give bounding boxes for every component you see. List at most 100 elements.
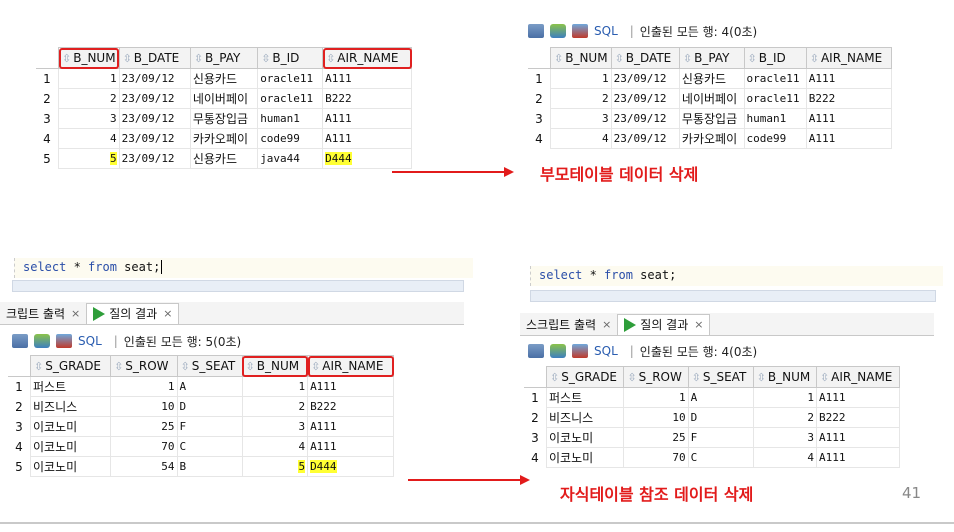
col-s-seat[interactable]: ⇳ S_SEAT	[176, 355, 243, 377]
cell-air-name[interactable]: A111	[307, 376, 394, 397]
sql-label[interactable]: SQL	[78, 334, 102, 348]
table-row[interactable]: 3 이코노미 25 F 3 A111	[8, 416, 394, 437]
cell-b-num[interactable]: 1	[241, 376, 309, 397]
col-air-name[interactable]: ⇳ AIR_NAME	[322, 47, 412, 69]
table-row[interactable]: 3 이코노미 25 F 3 A111	[524, 427, 901, 448]
cell-air-name[interactable]: B222	[307, 396, 394, 417]
cell-s-grade[interactable]: 이코노미	[29, 416, 112, 437]
table-row[interactable]: 3 3 23/09/12 무통장입금 human1 A111	[36, 108, 412, 129]
print-icon[interactable]	[528, 344, 544, 358]
sql-editor[interactable]: select * from seat;	[530, 266, 943, 286]
cell-b-date[interactable]: 23/09/12	[118, 148, 191, 169]
cell-b-num[interactable]: 3	[241, 416, 309, 437]
col-b-num[interactable]: ⇳ B_NUM	[58, 47, 120, 69]
table-row[interactable]: 5 이코노미 54 B 5 D444	[8, 456, 394, 477]
col-s-seat[interactable]: ⇳ S_SEAT	[687, 366, 754, 388]
cell-b-num[interactable]: 2	[752, 407, 817, 428]
cell-b-pay[interactable]: 네이버페이	[189, 88, 259, 109]
tab-query-result[interactable]: 질의 결과 ×	[617, 313, 711, 335]
table-row[interactable]: 1 퍼스트 1 A 1 A111	[8, 376, 394, 397]
cell-b-num[interactable]: 2	[550, 88, 612, 109]
tab-script-output[interactable]: 크립트 출력 ×	[0, 303, 86, 323]
col-air-name[interactable]: ⇳ AIR_NAME	[815, 366, 901, 388]
cell-b-id[interactable]: oracle11	[743, 88, 807, 109]
cell-air-name[interactable]: A111	[805, 68, 893, 89]
cell-s-row[interactable]: 54	[110, 456, 178, 477]
cell-b-num[interactable]: 1	[752, 387, 817, 408]
cell-b-date[interactable]: 23/09/12	[118, 88, 191, 109]
cell-s-seat[interactable]: C	[687, 447, 754, 468]
col-b-num[interactable]: ⇳ B_NUM	[752, 366, 817, 388]
cell-s-seat[interactable]: D	[176, 396, 243, 417]
cell-b-num[interactable]: 4	[241, 436, 309, 457]
cell-b-num[interactable]: 3	[550, 108, 612, 129]
cell-s-grade[interactable]: 퍼스트	[29, 376, 112, 397]
cell-b-pay[interactable]: 신용카드	[189, 148, 259, 169]
cell-b-id[interactable]: human1	[257, 108, 324, 129]
col-b-id[interactable]: ⇳ B_ID	[257, 47, 324, 69]
cell-s-grade[interactable]: 비즈니스	[545, 407, 625, 428]
cell-b-date[interactable]: 23/09/12	[118, 68, 191, 89]
cell-air-name[interactable]: B222	[322, 88, 412, 109]
cell-s-row[interactable]: 70	[623, 447, 689, 468]
col-b-id[interactable]: ⇳ B_ID	[743, 47, 807, 69]
cell-s-row[interactable]: 1	[110, 376, 178, 397]
table-row[interactable]: 4 4 23/09/12 카카오페이 code99 A111	[528, 128, 893, 149]
table-row[interactable]: 3 3 23/09/12 무통장입금 human1 A111	[528, 108, 893, 129]
cell-b-num[interactable]: 2	[241, 396, 309, 417]
cell-b-num[interactable]: 4	[58, 128, 120, 149]
fetch-icon[interactable]	[34, 334, 50, 348]
cell-air-name[interactable]: A111	[307, 416, 394, 437]
cell-b-num[interactable]: 5	[58, 148, 120, 169]
cell-air-name[interactable]: B222	[805, 88, 893, 109]
sql-editor[interactable]: select * from seat;	[14, 258, 473, 278]
cell-b-id[interactable]: code99	[743, 128, 807, 149]
cell-b-pay[interactable]: 카카오페이	[189, 128, 259, 149]
col-b-num[interactable]: ⇳ B_NUM	[241, 355, 309, 377]
cell-air-name[interactable]: A111	[815, 387, 901, 408]
cell-s-row[interactable]: 10	[110, 396, 178, 417]
cell-b-num[interactable]: 5	[241, 456, 309, 477]
table-row[interactable]: 1 퍼스트 1 A 1 A111	[524, 387, 901, 408]
table-row[interactable]: 1 1 23/09/12 신용카드 oracle11 A111	[36, 68, 412, 89]
cell-s-row[interactable]: 25	[110, 416, 178, 437]
col-b-date[interactable]: ⇳ B_DATE	[118, 47, 191, 69]
fetch-icon[interactable]	[550, 344, 566, 358]
fetch-icon[interactable]	[550, 24, 566, 38]
cell-b-id[interactable]: oracle11	[257, 88, 324, 109]
cell-b-num[interactable]: 3	[752, 427, 817, 448]
cell-air-name[interactable]: A111	[322, 68, 412, 89]
cell-b-num[interactable]: 4	[752, 447, 817, 468]
cell-b-id[interactable]: human1	[743, 108, 807, 129]
col-b-pay[interactable]: ⇳ B_PAY	[678, 47, 745, 69]
cell-air-name[interactable]: A111	[815, 427, 901, 448]
cell-b-pay[interactable]: 카카오페이	[678, 128, 745, 149]
cell-b-id[interactable]: oracle11	[743, 68, 807, 89]
cell-b-num[interactable]: 1	[58, 68, 120, 89]
cell-b-date[interactable]: 23/09/12	[610, 128, 680, 149]
cell-air-name[interactable]: A111	[307, 436, 394, 457]
table-row[interactable]: 4 이코노미 70 C 4 A111	[524, 447, 901, 468]
table-row[interactable]: 2 2 23/09/12 네이버페이 oracle11 B222	[36, 88, 412, 109]
cell-air-name[interactable]: A111	[805, 108, 893, 129]
sql-icon[interactable]	[572, 344, 588, 358]
col-b-date[interactable]: ⇳ B_DATE	[610, 47, 680, 69]
col-s-row[interactable]: ⇳ S_ROW	[623, 366, 689, 388]
horizontal-scrollbar[interactable]	[12, 280, 464, 292]
tab-query-result[interactable]: 질의 결과 ×	[86, 302, 180, 324]
cell-air-name[interactable]: A111	[815, 447, 901, 468]
print-icon[interactable]	[12, 334, 28, 348]
cell-s-row[interactable]: 70	[110, 436, 178, 457]
col-b-num[interactable]: ⇳ B_NUM	[550, 47, 612, 69]
cell-b-id[interactable]: code99	[257, 128, 324, 149]
cell-s-seat[interactable]: A	[176, 376, 243, 397]
col-s-grade[interactable]: ⇳ S_GRADE	[545, 366, 625, 388]
cell-s-row[interactable]: 10	[623, 407, 689, 428]
table-row[interactable]: 2 비즈니스 10 D 2 B222	[8, 396, 394, 417]
cell-b-pay[interactable]: 무통장입금	[678, 108, 745, 129]
close-icon[interactable]: ×	[71, 307, 80, 320]
sql-label[interactable]: SQL	[594, 24, 618, 38]
cell-s-seat[interactable]: C	[176, 436, 243, 457]
sql-icon[interactable]	[572, 24, 588, 38]
cell-air-name[interactable]: B222	[815, 407, 901, 428]
